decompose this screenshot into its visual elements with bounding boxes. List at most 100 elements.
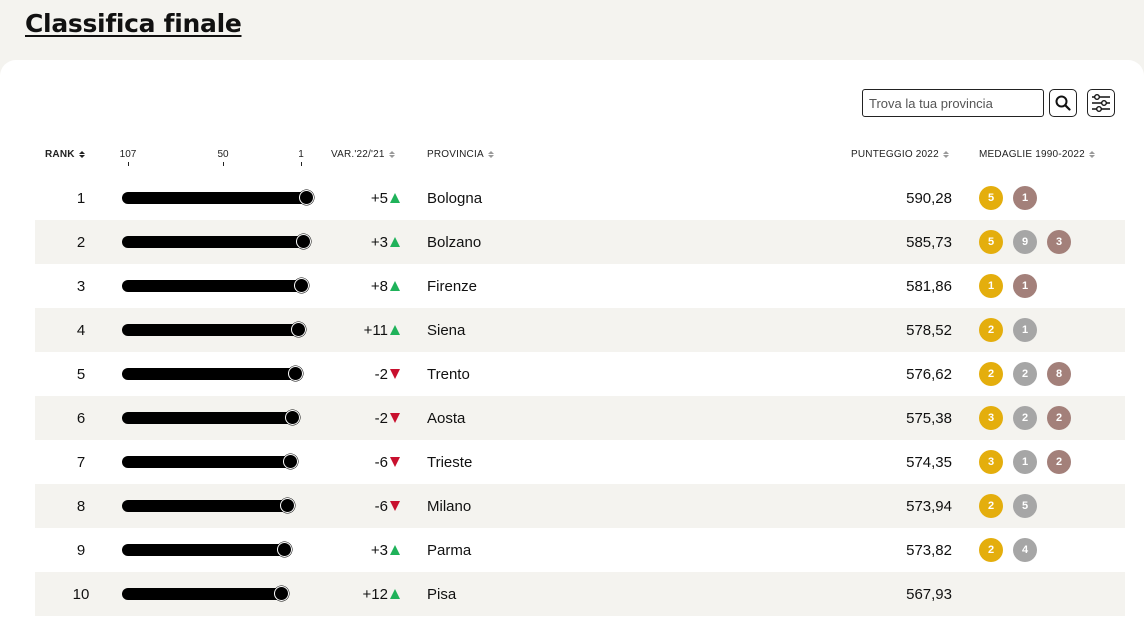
variation-cell: +11 [325, 308, 400, 352]
rank-cell: 2 [76, 233, 86, 251]
header-rank[interactable]: RANK [45, 149, 85, 160]
medals-cell: 25 [979, 484, 1119, 528]
rank-bar-dot [290, 322, 306, 337]
sort-icon [942, 151, 949, 158]
table-row[interactable]: 1 +5 Bologna 590,28 5 1 [35, 176, 1125, 220]
province-name[interactable]: Firenze [427, 264, 727, 308]
province-name[interactable]: Trieste [427, 440, 727, 484]
medal-gold-badge: 3 [979, 406, 1003, 430]
arrow-down-icon [390, 369, 400, 379]
variation-value: +3 [370, 541, 388, 559]
header-province[interactable]: PROVINCIA [427, 149, 494, 160]
filter-button[interactable] [1087, 89, 1115, 117]
rank-cell: 9 [76, 541, 86, 559]
province-name[interactable]: Pisa [427, 572, 727, 616]
rank-bar-dot [288, 366, 304, 381]
variation-cell: +8 [325, 264, 400, 308]
rank-bar-fill [122, 544, 286, 556]
province-name[interactable]: Aosta [427, 396, 727, 440]
header-medals[interactable]: MEDAGLIE 1990-2022 [979, 149, 1095, 160]
province-name[interactable]: Milano [427, 484, 727, 528]
sort-icon [487, 151, 494, 158]
medals-cell: 51 [979, 176, 1119, 220]
rank-bar [122, 220, 312, 264]
medals-cell: 11 [979, 264, 1119, 308]
province-name[interactable]: Siena [427, 308, 727, 352]
medal-silver-badge: 4 [1013, 538, 1037, 562]
arrow-up-icon [390, 545, 400, 555]
score-cell: 585,73 [906, 233, 952, 251]
score-cell: 581,86 [906, 277, 952, 295]
province-name[interactable]: Bologna [427, 176, 727, 220]
rank-bar-dot [293, 278, 309, 293]
header-variation[interactable]: VAR.'22/'21 [331, 149, 395, 160]
header-score[interactable]: PUNTEGGIO 2022 [851, 149, 949, 160]
rank-bar-fill [122, 368, 297, 380]
variation-value: -2 [374, 409, 388, 427]
rank-scale: 107 50 1 [118, 149, 308, 169]
table-row[interactable]: 4 +11 Siena 578,52 2 1 [35, 308, 1125, 352]
rank-bar-dot [277, 542, 293, 557]
province-name[interactable]: Parma [427, 528, 727, 572]
table-row[interactable]: 8 -6 Milano 573,94 2 5 [35, 484, 1125, 528]
rank-cell: 3 [76, 277, 86, 295]
province-name[interactable]: Bolzano [427, 220, 727, 264]
search-input[interactable] [862, 89, 1044, 117]
medal-bronze-badge: 2 [1047, 406, 1071, 430]
variation-cell: -2 [325, 352, 400, 396]
rank-cell: 4 [76, 321, 86, 339]
header-rank-label: RANK [45, 149, 75, 160]
medals-cell: 312 [979, 440, 1119, 484]
variation-value: +3 [370, 233, 388, 251]
scale-label-min: 1 [298, 149, 304, 160]
search-button[interactable] [1049, 89, 1077, 117]
medal-silver-badge: 2 [1013, 362, 1037, 386]
table-row[interactable]: 2 +3 Bolzano 585,73 5 9 3 [35, 220, 1125, 264]
rank-bar [122, 396, 312, 440]
variation-value: +8 [370, 277, 388, 295]
table-row[interactable]: 9 +3 Parma 573,82 2 4 [35, 528, 1125, 572]
medal-bronze-badge: 2 [1047, 450, 1071, 474]
medals-cell: 24 [979, 528, 1119, 572]
variation-value: +11 [363, 321, 388, 339]
arrow-down-icon [390, 457, 400, 467]
variation-cell: +5 [325, 176, 400, 220]
medal-gold-badge: 1 [979, 274, 1003, 298]
arrow-up-icon [390, 281, 400, 291]
arrow-up-icon [390, 237, 400, 247]
table-row[interactable]: 5 -2 Trento 576,62 2 2 8 [35, 352, 1125, 396]
medal-silver-badge: 9 [1013, 230, 1037, 254]
table-row[interactable]: 6 -2 Aosta 575,38 3 2 2 [35, 396, 1125, 440]
rank-bar [122, 308, 312, 352]
score-cell: 567,93 [906, 585, 952, 603]
table-row[interactable]: 7 -6 Trieste 574,35 3 1 2 [35, 440, 1125, 484]
scale-label-mid: 50 [217, 149, 229, 160]
arrow-down-icon [390, 501, 400, 511]
page-title: Classifica finale [25, 9, 242, 38]
header-medals-label: MEDAGLIE 1990-2022 [979, 149, 1085, 160]
rank-bar [122, 572, 312, 616]
variation-cell: -2 [325, 396, 400, 440]
score-cell: 578,52 [906, 321, 952, 339]
rank-bar [122, 264, 312, 308]
rank-cell: 6 [76, 409, 86, 427]
medal-gold-badge: 2 [979, 538, 1003, 562]
medal-gold-badge: 2 [979, 494, 1003, 518]
sort-icon [388, 151, 395, 158]
rank-bar-dot [296, 234, 312, 249]
table-row[interactable]: 3 +8 Firenze 581,86 1 1 [35, 264, 1125, 308]
score-cell: 576,62 [906, 365, 952, 383]
medals-cell: 228 [979, 352, 1119, 396]
province-name[interactable]: Trento [427, 352, 727, 396]
table-row[interactable]: 10 +12 Pisa 567,93 [35, 572, 1125, 616]
rank-cell: 5 [76, 365, 86, 383]
medal-silver-badge: 5 [1013, 494, 1037, 518]
medal-silver-badge: 1 [1013, 318, 1037, 342]
rank-bar-dot [279, 498, 295, 513]
arrow-up-icon [390, 325, 400, 335]
medal-bronze-badge: 1 [1013, 274, 1037, 298]
medals-cell: 322 [979, 396, 1119, 440]
rank-bar-fill [122, 588, 283, 600]
header-variation-label: VAR.'22/'21 [331, 149, 385, 160]
score-cell: 573,94 [906, 497, 952, 515]
